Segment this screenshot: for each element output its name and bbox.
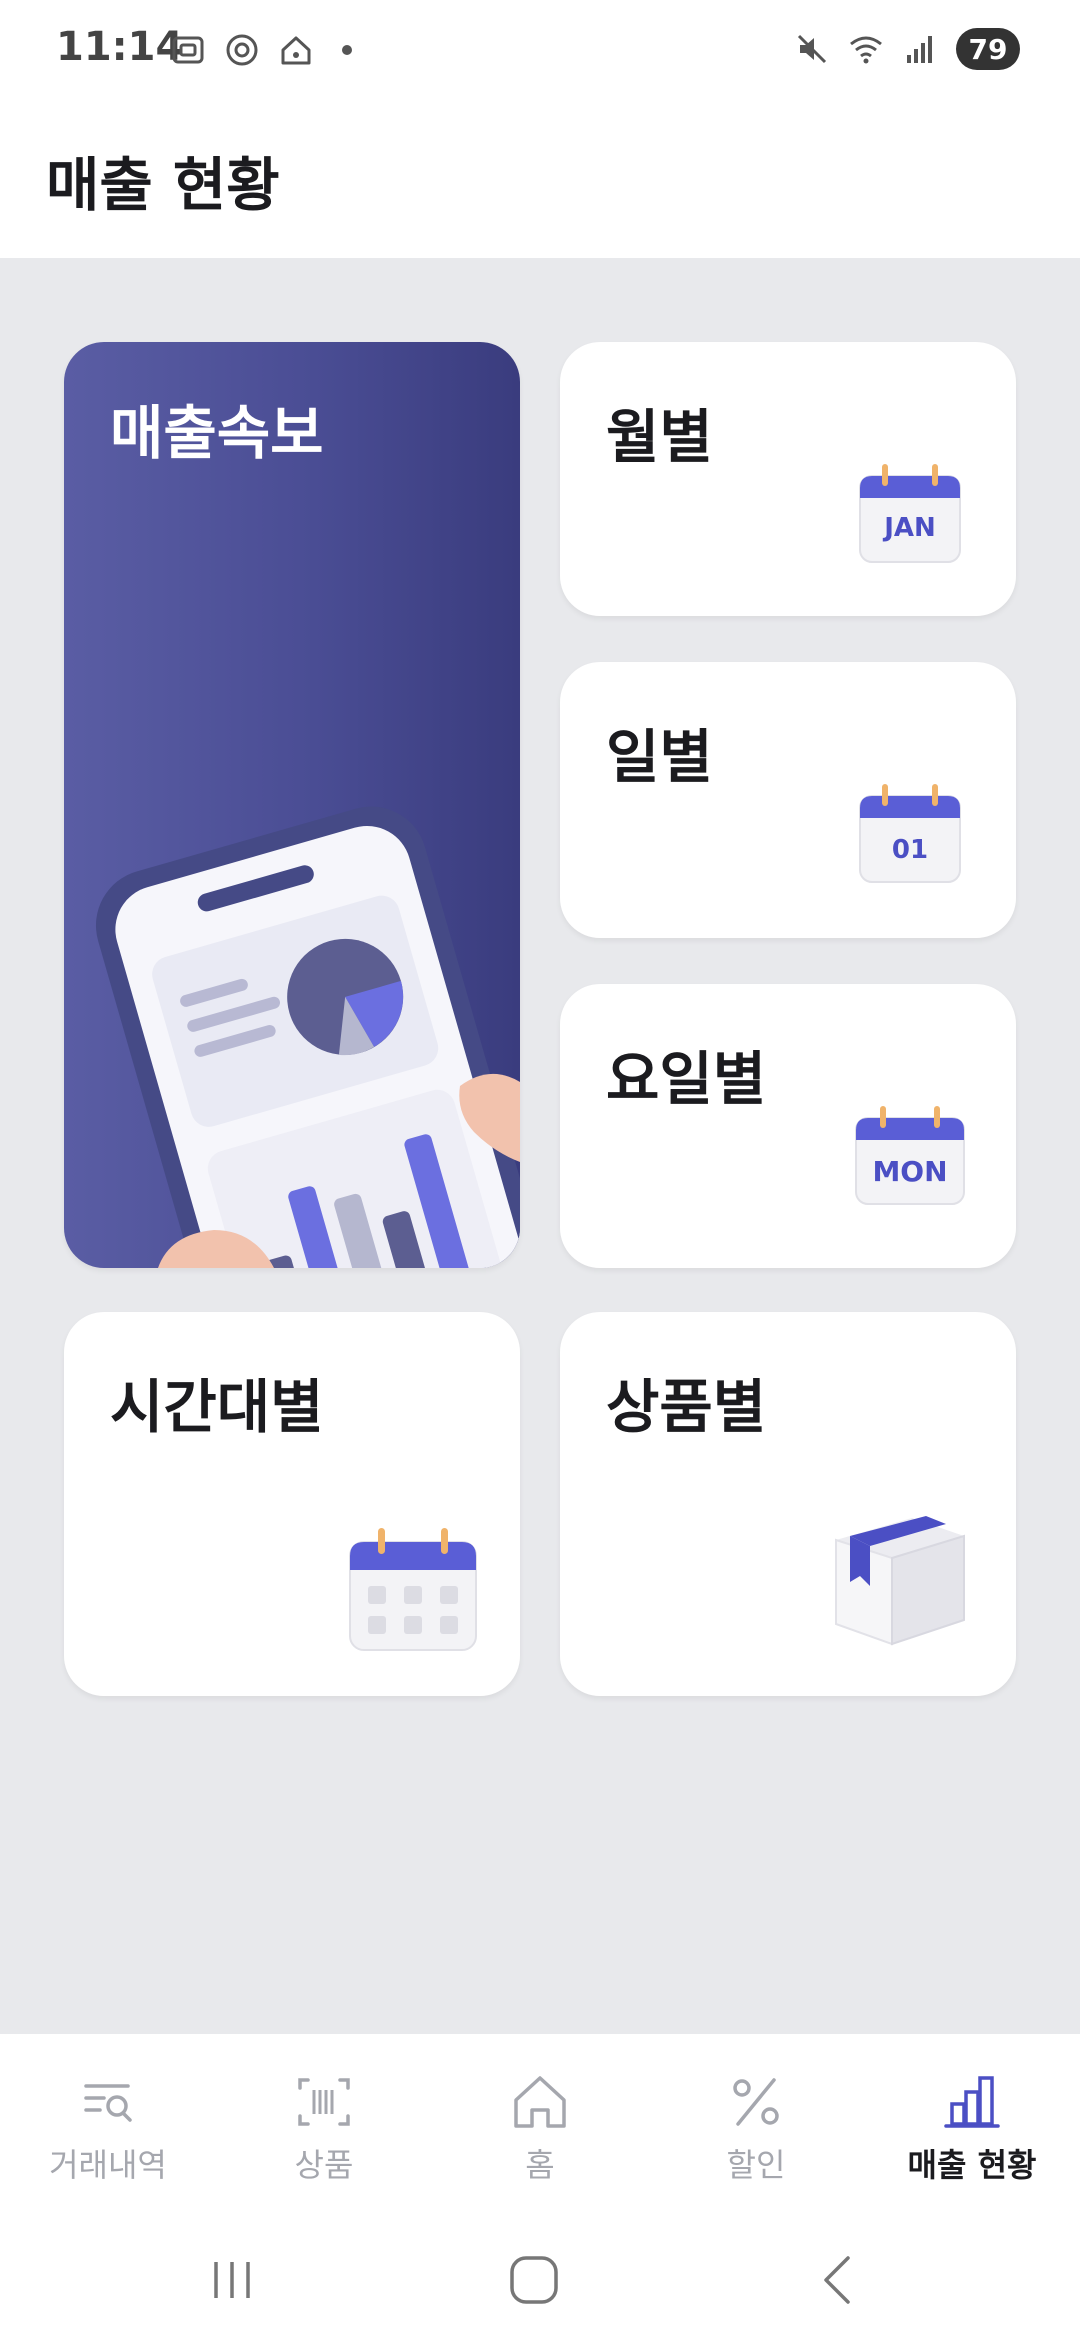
nav-label: 상품 bbox=[294, 2146, 354, 2184]
card-label: 월별 bbox=[606, 403, 713, 471]
system-nav-bar bbox=[0, 2210, 1080, 2340]
card-label: 상품별 bbox=[606, 1373, 767, 1441]
calendar-icon: MON bbox=[855, 1106, 965, 1205]
mute-icon bbox=[797, 34, 827, 64]
home-button[interactable] bbox=[504, 2250, 564, 2310]
phone-chart-illustration bbox=[95, 806, 520, 1268]
back-button[interactable] bbox=[810, 2250, 870, 2310]
chrome-icon bbox=[226, 34, 258, 66]
notification-dot-icon bbox=[342, 45, 352, 55]
bottom-nav: 거래내역 상품 홈 할인 매출 현황 bbox=[0, 2034, 1080, 2210]
nav-item-discount[interactable]: 할인 bbox=[648, 2034, 864, 2210]
nav-label: 매출 현황 bbox=[907, 2146, 1037, 2184]
calendar-icon: 01 bbox=[859, 784, 961, 883]
smart-home-icon bbox=[281, 36, 311, 65]
list-search-icon bbox=[84, 2084, 132, 2122]
card-monthly[interactable]: 월별 JAN bbox=[560, 342, 1016, 616]
card-label: 요일별 bbox=[606, 1045, 767, 1113]
barcode-icon bbox=[298, 2078, 350, 2126]
wifi-icon bbox=[850, 36, 882, 64]
card-label: 일별 bbox=[606, 723, 713, 791]
card-label: 매출속보 bbox=[110, 399, 324, 467]
calendar-grid-icon bbox=[349, 1528, 477, 1651]
screenshot-icon bbox=[172, 36, 204, 64]
percent-icon bbox=[733, 2078, 779, 2126]
calendar-icon-text: 01 bbox=[892, 835, 928, 865]
bar-chart-icon bbox=[944, 2076, 1000, 2128]
box-icon bbox=[835, 1516, 965, 1646]
nav-item-home[interactable]: 홈 bbox=[432, 2034, 648, 2210]
status-time: 11:14 bbox=[56, 24, 184, 70]
card-weekday[interactable]: 요일별 MON bbox=[560, 984, 1016, 1268]
status-bar: 11:14 79 bbox=[0, 0, 1080, 100]
calendar-icon-text: JAN bbox=[882, 513, 936, 543]
nav-item-products[interactable]: 상품 bbox=[216, 2034, 432, 2210]
nav-label: 할인 bbox=[726, 2146, 786, 2184]
nav-label: 홈 bbox=[525, 2146, 555, 2184]
page-title: 매출 현황 bbox=[46, 151, 280, 219]
app-header: 매출 현황 bbox=[0, 100, 1080, 258]
calendar-icon-text: MON bbox=[872, 1155, 947, 1188]
card-label: 시간대별 bbox=[110, 1373, 324, 1441]
signal-icon bbox=[907, 36, 932, 63]
card-sales-flash[interactable]: 매출속보 bbox=[64, 342, 520, 1268]
battery-icon: 79 bbox=[956, 28, 1020, 70]
calendar-icon: JAN bbox=[859, 464, 961, 563]
status-right-icons: 79 bbox=[794, 28, 1020, 70]
status-left-icons bbox=[170, 32, 352, 68]
nav-item-transactions[interactable]: 거래내역 bbox=[0, 2034, 216, 2210]
card-hourly[interactable]: 시간대별 bbox=[64, 1312, 520, 1696]
home-icon bbox=[514, 2076, 566, 2128]
nav-item-sales-status[interactable]: 매출 현황 bbox=[864, 2034, 1080, 2210]
card-product[interactable]: 상품별 bbox=[560, 1312, 1016, 1696]
recent-apps-button[interactable] bbox=[202, 2250, 262, 2310]
nav-label: 거래내역 bbox=[49, 2146, 167, 2184]
card-daily[interactable]: 일별 01 bbox=[560, 662, 1016, 938]
